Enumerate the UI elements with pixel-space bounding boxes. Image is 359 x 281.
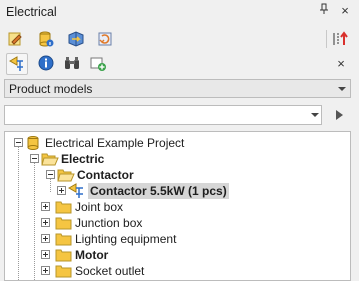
model-tree[interactable]: Electrical Example Project Electric Cont…: [4, 131, 351, 281]
add-object-icon[interactable]: [88, 53, 108, 73]
tree-item-label: Socket outlet: [75, 264, 145, 278]
tree-item-electric[interactable]: Electric: [5, 151, 345, 167]
tree-item-junction-box[interactable]: Junction box: [5, 215, 345, 231]
model-type-value: Product models: [9, 82, 93, 96]
toolbar-close-button[interactable]: ×: [333, 56, 349, 72]
tree-item-label: Electric: [61, 152, 105, 166]
tree-item-label: Lighting equipment: [75, 232, 177, 246]
folder-icon: [55, 231, 72, 247]
tree-item-label: Contactor 5.5kW (1 pcs): [88, 183, 229, 199]
collapse-toggle[interactable]: [46, 170, 55, 179]
toolbar-separator: [326, 30, 327, 48]
collapse-toggle[interactable]: [14, 138, 23, 147]
collapse-toggle[interactable]: [30, 154, 39, 163]
expand-toggle[interactable]: [41, 202, 50, 211]
expand-toggle[interactable]: [41, 250, 50, 259]
tree-item-label: Contactor: [77, 168, 134, 182]
tree-item-socket-outlet[interactable]: Socket outlet: [5, 263, 345, 279]
expand-toggle[interactable]: [41, 266, 50, 275]
chevron-down-icon: [338, 87, 346, 91]
tree-item-contactor-5-5kw[interactable]: Contactor 5.5kW (1 pcs): [5, 183, 345, 199]
expand-toggle[interactable]: [41, 218, 50, 227]
search-history-dropdown[interactable]: [307, 105, 323, 125]
expand-toggle[interactable]: [57, 186, 66, 195]
panel-titlebar: Electrical ×: [0, 0, 359, 24]
pin-icon[interactable]: [316, 3, 332, 19]
panel-title: Electrical: [6, 5, 57, 19]
open-folder-icon: [41, 151, 59, 167]
folder-icon: [55, 199, 72, 215]
tree-item-label: Electrical Example Project: [45, 136, 185, 150]
electrical-component-icon: [67, 183, 84, 199]
sort-icon[interactable]: [330, 29, 350, 49]
database-info-icon[interactable]: [36, 29, 56, 49]
folder-icon: [55, 215, 72, 231]
tree-item-label: Motor: [75, 248, 109, 262]
close-panel-button[interactable]: ×: [337, 3, 353, 19]
tree-item-label: Joint box: [75, 200, 124, 214]
tree-item-root[interactable]: Electrical Example Project: [5, 135, 345, 151]
folder-icon: [55, 247, 72, 263]
refresh-model-icon[interactable]: [96, 29, 116, 49]
open-folder-icon: [57, 167, 75, 183]
chevron-down-icon: [311, 113, 319, 117]
database-icon: [25, 135, 41, 151]
info-icon[interactable]: [36, 53, 56, 73]
edit-document-icon[interactable]: [5, 29, 25, 49]
import-model-icon[interactable]: [66, 29, 86, 49]
tree-item-lighting-equipment[interactable]: Lighting equipment: [5, 231, 345, 247]
search-input[interactable]: [4, 105, 322, 125]
expand-toggle[interactable]: [41, 234, 50, 243]
electrical-symbol-tool-icon[interactable]: [6, 53, 28, 75]
tree-item-joint-box[interactable]: Joint box: [5, 199, 345, 215]
tree-item-label: Junction box: [75, 216, 143, 230]
model-type-select[interactable]: Product models: [4, 79, 351, 98]
folder-icon: [55, 263, 72, 279]
tree-item-contactor[interactable]: Contactor: [5, 167, 345, 183]
search-go-button[interactable]: [328, 105, 351, 125]
tree-item-motor[interactable]: Motor: [5, 247, 345, 263]
binoculars-icon[interactable]: [62, 53, 82, 73]
